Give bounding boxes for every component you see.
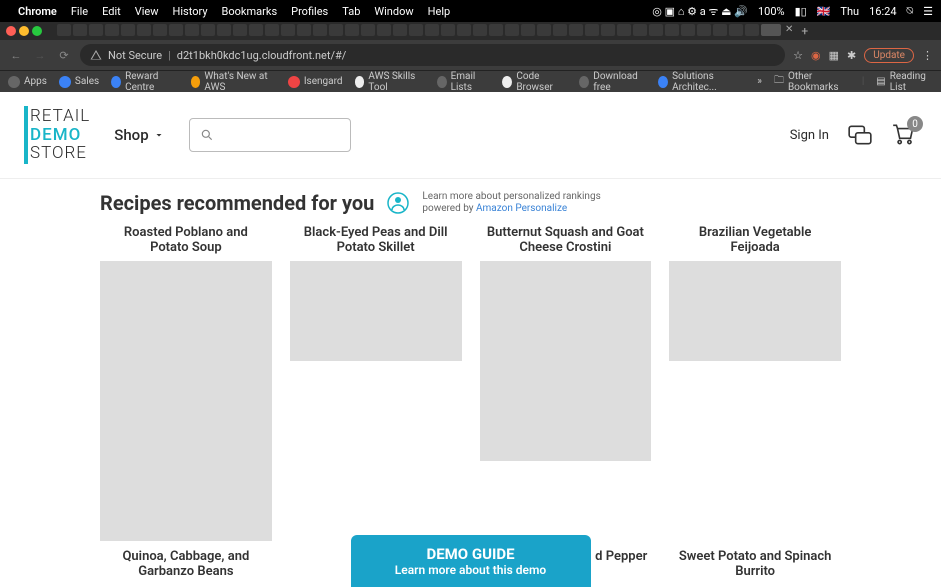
close-tab-icon[interactable]: ✕ (785, 24, 793, 38)
cart-button[interactable]: 0 (891, 122, 917, 148)
bookmarks-overflow[interactable]: » (757, 76, 762, 87)
extension-1-icon[interactable]: ◉ (811, 49, 821, 62)
logo-retail: RETAIL (30, 107, 90, 126)
site-header: RETAIL DEMO STORE Shop Sign In 0 (0, 92, 941, 179)
recipe-title: Butternut Squash and Goat Cheese Crostin… (480, 225, 652, 257)
recipe-image (480, 261, 652, 461)
search-icon (200, 128, 214, 142)
recipe-card[interactable]: Black-Eyed Peas and Dill Potato Skillet (290, 225, 462, 541)
star-icon[interactable]: ☆ (793, 49, 803, 62)
shop-dropdown[interactable]: Shop (114, 126, 164, 144)
menu-bookmarks[interactable]: Bookmarks (222, 5, 278, 18)
recipe-image (100, 261, 272, 541)
bookmark-skills[interactable]: AWS Skills Tool (355, 71, 425, 93)
bookmark-code[interactable]: Code Browser (502, 71, 567, 93)
clock-time: 16:24 (869, 5, 896, 18)
menu-tab[interactable]: Tab (342, 5, 360, 18)
bookmark-reward[interactable]: Reward Centre (111, 71, 178, 93)
bookmark-email[interactable]: Email Lists (437, 71, 491, 93)
reload-button[interactable]: ⟳ (56, 47, 72, 63)
menu-help[interactable]: Help (428, 5, 451, 18)
sign-in-link[interactable]: Sign In (790, 128, 829, 143)
menu-window[interactable]: Window (374, 5, 413, 18)
menu-edit[interactable]: Edit (102, 5, 121, 18)
folder-icon: 🗀 (774, 73, 784, 90)
bookmark-solutions[interactable]: Solutions Architec... (658, 71, 745, 93)
logo-store: STORE (30, 144, 90, 163)
battery-pct: 100% (758, 5, 785, 18)
demo-guide-subtitle: Learn more about this demo (381, 563, 561, 577)
bookmark-sales[interactable]: Sales (59, 76, 99, 88)
macos-menubar: Chrome File Edit View History Bookmarks … (0, 0, 941, 22)
clock-day: Thu (840, 5, 859, 18)
battery-icon: ▮▯ (795, 5, 807, 18)
chevron-down-icon (153, 129, 165, 141)
forward-button[interactable]: → (32, 47, 48, 63)
menu-profiles[interactable]: Profiles (291, 5, 328, 18)
list-icon: ▤ (876, 76, 885, 87)
bookmark-download[interactable]: Download free (579, 71, 646, 93)
menu-view[interactable]: View (135, 5, 159, 18)
search-input[interactable] (189, 118, 351, 152)
browser-address-bar: ← → ⟳ Not Secure | d2t1bkh0kdc1ug.cloudf… (0, 40, 941, 70)
other-bookmarks[interactable]: 🗀Other Bookmarks (774, 71, 850, 93)
extensions-icon[interactable]: ✱ (847, 49, 856, 62)
recipe-image (290, 261, 462, 361)
cart-count-badge: 0 (907, 116, 923, 132)
warning-icon (90, 49, 102, 61)
url-text: d2t1bkh0kdc1ug.cloudfront.net/#/ (177, 49, 347, 62)
messages-icon[interactable] (847, 122, 873, 148)
logo[interactable]: RETAIL DEMO STORE (24, 106, 90, 164)
flag-icon[interactable]: 🇬🇧 (817, 5, 831, 18)
recipe-title: Brazilian Vegetable Feijoada (669, 225, 841, 257)
menu-history[interactable]: History (173, 5, 208, 18)
recipe-title: Roasted Poblano and Potato Soup (100, 225, 272, 257)
recipe-image (669, 261, 841, 361)
demo-guide-panel[interactable]: DEMO GUIDE Learn more about this demo (351, 535, 591, 587)
bookmarks-bar: Apps Sales Reward Centre What's New at A… (0, 70, 941, 92)
reading-list[interactable]: ▤Reading List (876, 71, 933, 93)
browser-tab-strip: ✕ + (0, 22, 941, 40)
recipe-title: Black-Eyed Peas and Dill Potato Skillet (290, 225, 462, 257)
extension-2-icon[interactable]: ▦ (829, 49, 839, 62)
apps-button[interactable]: Apps (8, 76, 47, 88)
personalize-link[interactable]: Amazon Personalize (476, 203, 567, 214)
search-icon[interactable]: ⍉ (907, 4, 914, 18)
section-title: Recipes recommended for you (100, 191, 374, 215)
menu-file[interactable]: File (71, 5, 88, 18)
active-tab[interactable] (761, 24, 781, 36)
new-tab-button[interactable]: + (801, 24, 808, 38)
control-center-icon[interactable]: ☰ (923, 5, 933, 18)
personalize-icon (386, 191, 410, 215)
learn-more-text: Learn more about personalized rankings p… (422, 191, 600, 215)
browser-tabs[interactable]: ✕ + (57, 24, 808, 38)
bookmark-whatsnew[interactable]: What's New at AWS (191, 71, 276, 93)
recipe-card[interactable]: Butternut Squash and Goat Cheese Crostin… (480, 225, 652, 541)
window-zoom-button[interactable] (32, 26, 42, 36)
recipe-title[interactable]: Quinoa, Cabbage, and Garbanzo Beans (100, 549, 272, 579)
window-minimize-button[interactable] (19, 26, 29, 36)
not-secure-label: Not Secure (108, 49, 162, 62)
demo-guide-title: DEMO GUIDE (381, 545, 561, 563)
window-close-button[interactable] (6, 26, 16, 36)
update-button[interactable]: Update (864, 48, 914, 63)
url-field[interactable]: Not Secure | d2t1bkh0kdc1ug.cloudfront.n… (80, 44, 785, 66)
recipe-title[interactable]: Sweet Potato and Spinach Burrito (669, 549, 841, 579)
menubar-app[interactable]: Chrome (18, 5, 57, 18)
status-icons: ◎ ▣ ⌂ ⚙ a ᯤ ⏏ 🔊 (652, 4, 748, 19)
bookmark-isengard[interactable]: Isengard (288, 76, 343, 88)
browser-menu-icon[interactable]: ⋮ (922, 49, 933, 62)
logo-demo: DEMO (30, 126, 90, 145)
recipe-card[interactable]: Roasted Poblano and Potato Soup (100, 225, 272, 541)
back-button[interactable]: ← (8, 47, 24, 63)
recipe-card[interactable]: Brazilian Vegetable Feijoada (669, 225, 841, 541)
